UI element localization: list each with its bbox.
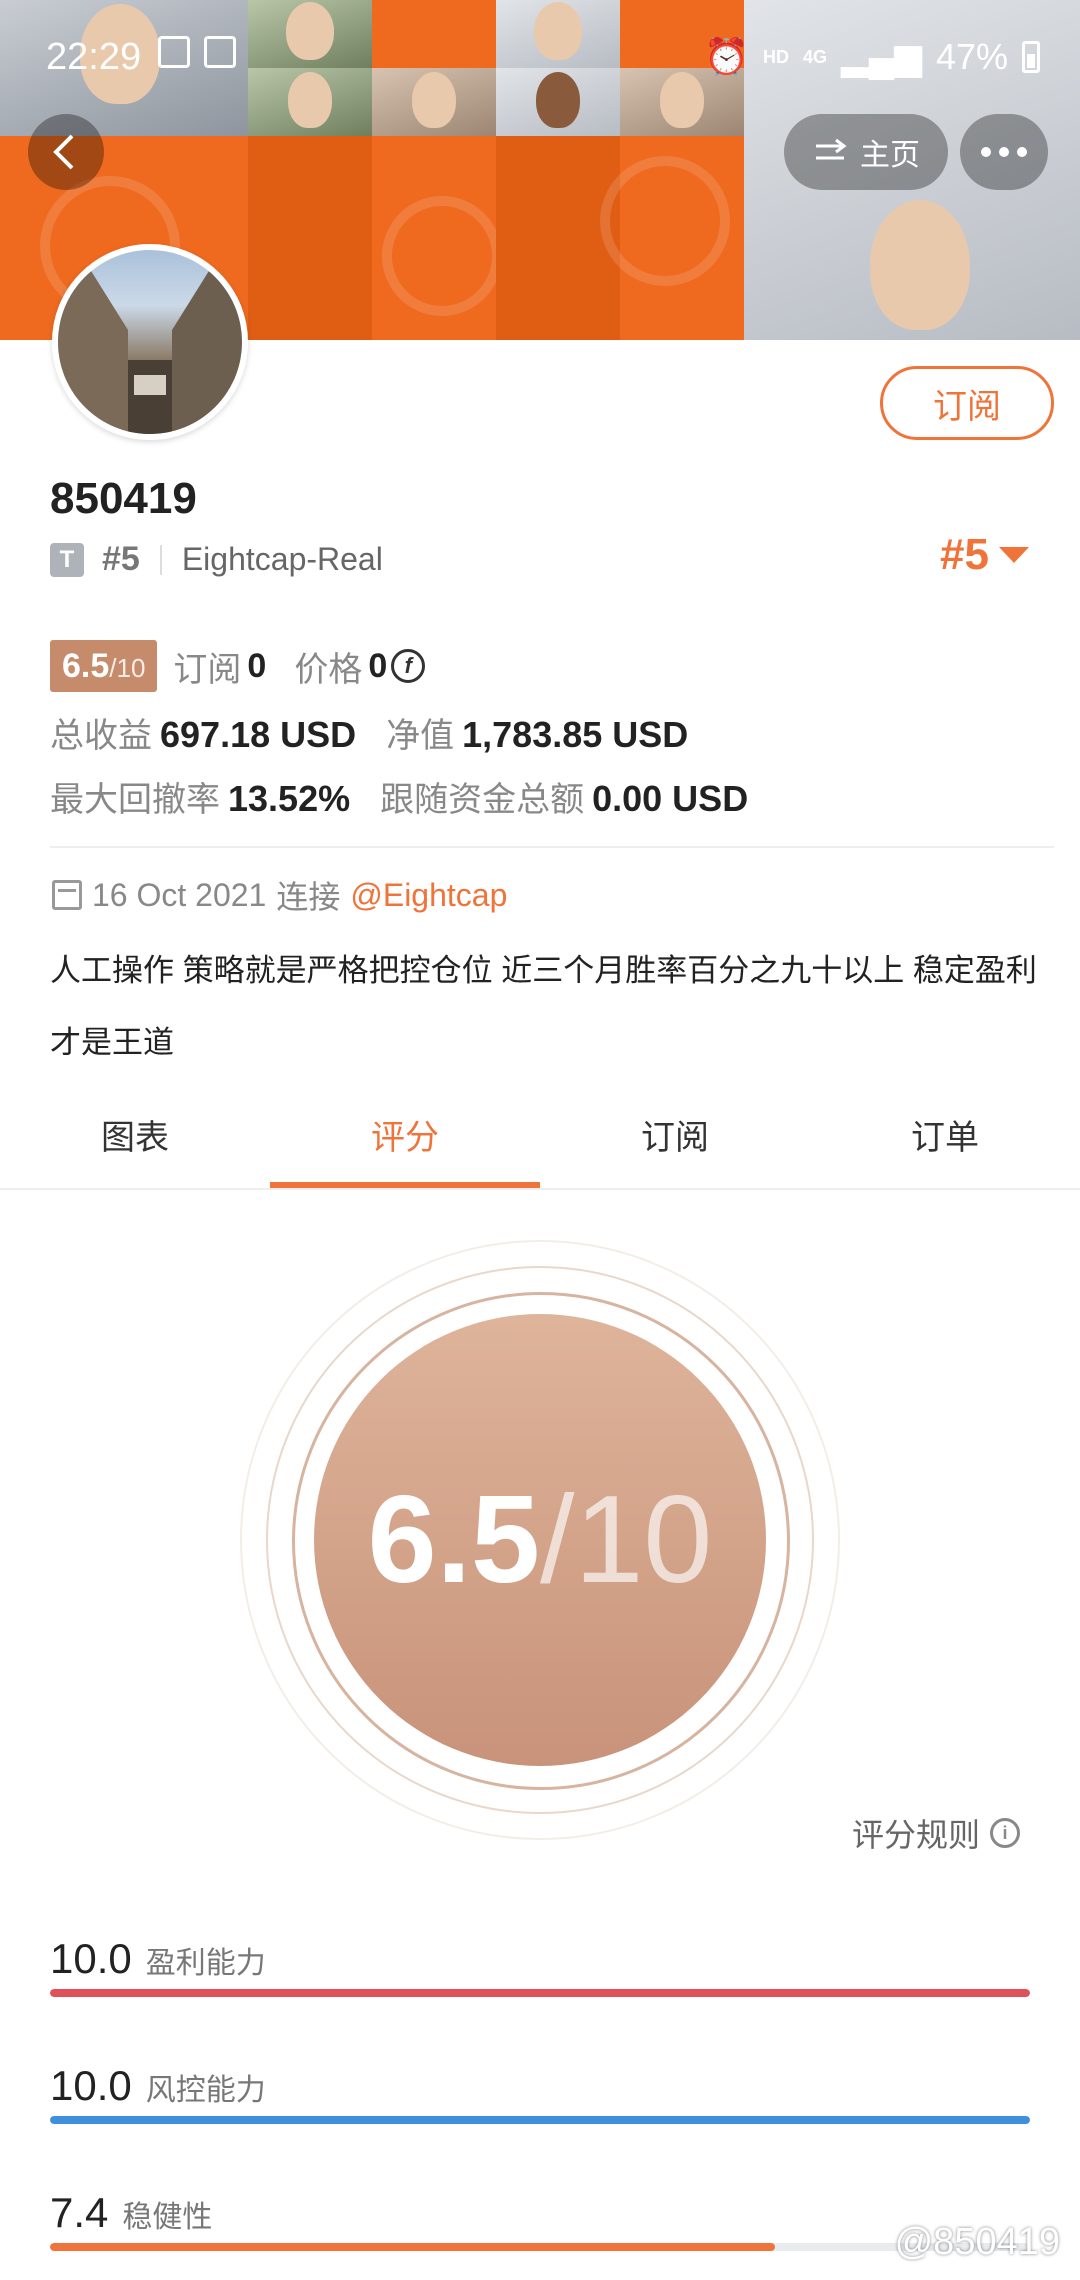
score-gauge: 6.5 /10 bbox=[240, 1240, 840, 1840]
metric-bar-track bbox=[50, 2116, 1030, 2124]
equity-value: 1,783.85 USD bbox=[462, 714, 689, 755]
account-type-badge: T bbox=[50, 542, 84, 577]
stats-row-3: 最大回撤率 13.52% 跟随资金总额 0.00 USD bbox=[50, 772, 748, 821]
coin-icon: f bbox=[391, 649, 426, 683]
home-label: 主页 bbox=[860, 139, 920, 172]
metric-label: 盈利能力 bbox=[145, 1947, 266, 1980]
connected-label: 连接 bbox=[276, 879, 341, 915]
banner-tile bbox=[372, 136, 502, 340]
status-indicators: ⏰ HD 4G ▂▄▆ 47% bbox=[704, 36, 1040, 78]
broker-name: Eightcap-Real bbox=[181, 541, 383, 577]
equity-label: 净值 bbox=[386, 717, 455, 755]
network-type: HD bbox=[763, 46, 790, 67]
strategy-description: 人工操作 策略就是严格把控仓位 近三个月胜率百分之九十以上 稳定盈利才是王道 bbox=[50, 953, 1037, 1060]
price-label: 价格 bbox=[294, 650, 363, 689]
tab-orders[interactable]: 订单 bbox=[810, 1070, 1080, 1188]
avatar[interactable] bbox=[52, 244, 248, 440]
metric-profitability: 10.0 盈利能力 bbox=[50, 1935, 1030, 1997]
trader-meta: T #5 Eightcap-Real bbox=[50, 540, 383, 579]
total-profit-value: 697.18 USD bbox=[160, 714, 357, 755]
score-chip: 6.5 /10 bbox=[50, 640, 158, 692]
broker-link[interactable]: @Eightcap bbox=[350, 877, 507, 914]
follow-funds-label: 跟随资金总额 bbox=[380, 781, 585, 819]
gallery-icon bbox=[158, 36, 190, 68]
alarm-icon: ⏰ bbox=[704, 36, 750, 77]
metric-label: 风控能力 bbox=[145, 2074, 266, 2107]
tab-score[interactable]: 评分 bbox=[270, 1070, 540, 1188]
score-denominator: /10 bbox=[540, 1471, 713, 1609]
trader-name: 850419 bbox=[50, 474, 197, 523]
follow-funds-value: 0.00 USD bbox=[592, 778, 749, 819]
tab-bar: 图表 评分 订阅 订单 bbox=[0, 1070, 1080, 1190]
score-rules-label: 评分规则 bbox=[852, 1817, 981, 1853]
chart-app-icon bbox=[204, 36, 236, 68]
status-time: 22:29 bbox=[46, 36, 142, 78]
info-icon: i bbox=[990, 1818, 1021, 1848]
banner-tile bbox=[248, 136, 372, 340]
meta-separator bbox=[159, 544, 162, 575]
more-button[interactable] bbox=[960, 114, 1048, 190]
metric-bar-track bbox=[50, 2243, 1030, 2251]
watermark: @850419 bbox=[894, 2221, 1060, 2263]
max-drawdown-value: 13.52% bbox=[228, 778, 351, 819]
score-rules-link[interactable]: 评分规则 i bbox=[852, 1810, 1021, 1856]
more-dot-icon bbox=[999, 147, 1009, 157]
score-chip-den: /10 bbox=[109, 653, 146, 683]
rank-big-label: #5 bbox=[940, 530, 989, 579]
caret-down-icon bbox=[998, 547, 1029, 563]
metric-bar-track bbox=[50, 1989, 1030, 1997]
metric-value: 10.0 bbox=[50, 2062, 132, 2109]
score-main: 6.5 bbox=[367, 1471, 540, 1609]
subscribe-button[interactable]: 订阅 bbox=[880, 366, 1054, 440]
max-drawdown-label: 最大回撤率 bbox=[50, 781, 220, 819]
tab-chart[interactable]: 图表 bbox=[0, 1070, 270, 1188]
metric-bar-fill bbox=[50, 1989, 1030, 1997]
metric-value: 7.4 bbox=[50, 2189, 109, 2236]
banner-tile bbox=[600, 136, 744, 340]
metric-label: 稳健性 bbox=[122, 2201, 213, 2234]
metric-bar-fill bbox=[50, 2243, 776, 2251]
metric-bar-fill bbox=[50, 2116, 1030, 2124]
tab-subscribe[interactable]: 订阅 bbox=[540, 1070, 810, 1188]
back-arrow-icon bbox=[53, 134, 74, 170]
swap-icon bbox=[816, 138, 847, 160]
calendar-icon bbox=[52, 880, 82, 910]
divider bbox=[50, 846, 1054, 848]
metric-stability: 7.4 稳健性 bbox=[50, 2189, 1030, 2251]
back-button[interactable] bbox=[28, 114, 104, 190]
price-value: 0 bbox=[368, 646, 388, 685]
more-dot-icon bbox=[981, 147, 991, 157]
stats-row-2: 总收益 697.18 USD 净值 1,783.85 USD bbox=[50, 708, 688, 757]
home-button[interactable]: 主页 bbox=[784, 114, 948, 190]
status-bar: 22:29 ⏰ HD 4G ▂▄▆ 47% bbox=[0, 0, 1080, 110]
metric-value: 10.0 bbox=[50, 1935, 132, 1982]
avatar-building-image bbox=[58, 250, 242, 434]
signal-type: 4G bbox=[803, 46, 828, 67]
battery-level: 47% bbox=[935, 36, 1008, 77]
battery-icon bbox=[1022, 41, 1040, 73]
metric-risk-control: 10.0 风控能力 bbox=[50, 2062, 1030, 2124]
rank-dropdown[interactable]: #5 bbox=[940, 530, 1029, 580]
connected-since: 16 Oct 2021 连接 @Eightcap bbox=[52, 872, 507, 918]
score-value: 6.5 /10 bbox=[240, 1240, 840, 1840]
status-notification-icons bbox=[158, 36, 236, 68]
more-dot-icon bbox=[1017, 147, 1027, 157]
total-profit-label: 总收益 bbox=[50, 717, 152, 755]
rank-small: #5 bbox=[102, 540, 140, 578]
score-chip-main: 6.5 bbox=[62, 647, 110, 685]
subscribe-count-label: 订阅 bbox=[173, 650, 242, 689]
subscribe-count: 0 bbox=[247, 646, 267, 685]
stats-row-1: 6.5 /10 订阅 0 价格 0 f bbox=[50, 640, 426, 692]
connected-date: 16 Oct 2021 bbox=[92, 876, 267, 913]
signal-icon: ▂▄▆ bbox=[841, 36, 922, 77]
